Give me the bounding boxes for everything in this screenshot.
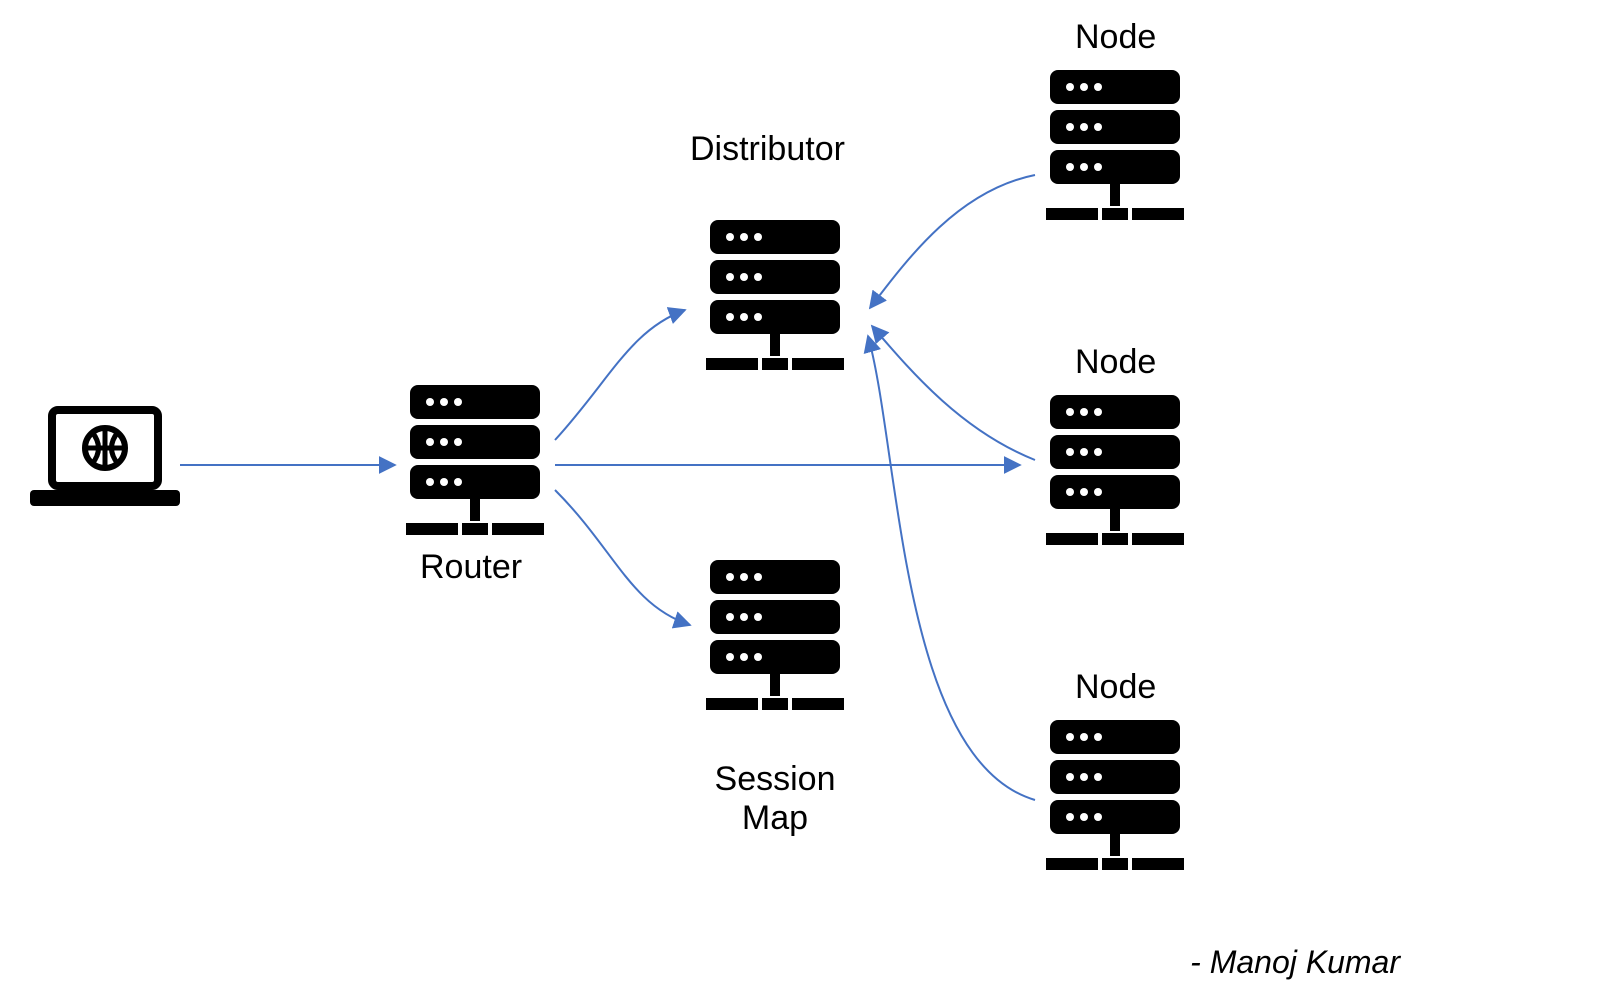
node1-label: Node [1075, 18, 1156, 57]
node2-label: Node [1075, 343, 1156, 382]
author-credit: - Manoj Kumar [1190, 944, 1400, 981]
sessionmap-label: Session Map [715, 760, 836, 838]
node3-label: Node [1075, 668, 1156, 707]
server-icon [400, 385, 550, 545]
server-icon [1040, 395, 1190, 555]
diagram-canvas: Router Distributor [0, 0, 1600, 1001]
server-icon [1040, 70, 1190, 230]
server-icon [700, 220, 850, 380]
edge-router-distributor [555, 310, 685, 440]
laptop-icon [30, 400, 180, 520]
edge-node1-distributor [870, 175, 1035, 308]
distributor-label: Distributor [690, 130, 845, 169]
server-icon [1040, 720, 1190, 880]
edge-node3-distributor [868, 336, 1035, 800]
edge-router-sessionmap [555, 490, 690, 625]
server-icon [700, 560, 850, 720]
router-label: Router [420, 548, 522, 587]
edge-node2-distributor [872, 326, 1035, 460]
